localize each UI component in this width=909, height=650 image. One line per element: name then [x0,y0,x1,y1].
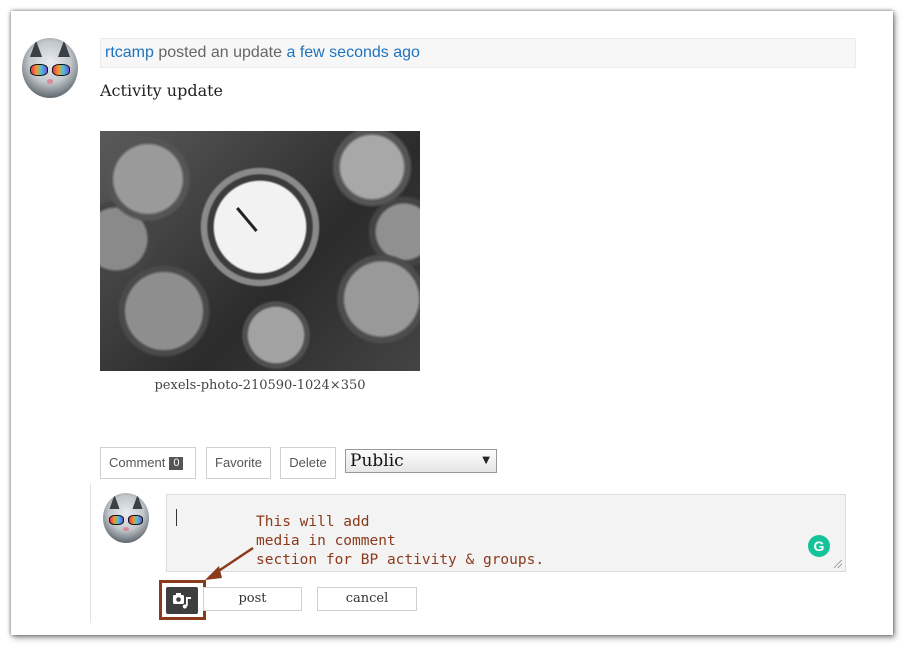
resize-grip-icon[interactable] [834,560,842,568]
chevron-down-icon: ▼ [482,455,490,466]
author-link[interactable]: rtcamp [105,44,154,61]
cancel-button[interactable]: cancel [317,587,417,611]
comment-button-label: Comment [109,455,166,470]
privacy-select-value: Public [350,451,404,471]
photo-caption: pexels-photo-210590-1024×350 [154,378,366,393]
comment-button[interactable]: Comment 0 [100,447,196,479]
privacy-select[interactable]: Public ▼ [345,449,497,473]
author-avatar[interactable] [22,38,78,98]
media-upload-icon [173,592,191,608]
commenter-avatar [103,493,149,543]
avatar-nose [123,527,129,531]
avatar-glasses [109,515,143,525]
add-media-button[interactable] [166,587,198,614]
action-text: posted an update [158,44,283,61]
text-cursor [176,509,177,526]
photo-watch-hand [236,207,258,232]
favorite-button[interactable]: Favorite [206,447,271,479]
annotation-text: This will add media in comment section f… [256,514,545,568]
activity-title: Activity update [100,81,223,100]
timestamp-link[interactable]: a few seconds ago [286,44,419,61]
activity-header: rtcamp posted an update a few seconds ag… [100,38,856,68]
avatar-nose [46,78,54,84]
comment-count-badge: 0 [169,457,184,470]
post-button[interactable]: post [203,587,302,611]
activity-photo[interactable] [100,131,420,371]
delete-button[interactable]: Delete [280,447,336,479]
comment-thread-divider [90,483,91,623]
avatar-glasses [29,64,71,77]
grammarly-icon[interactable]: G [808,535,830,557]
